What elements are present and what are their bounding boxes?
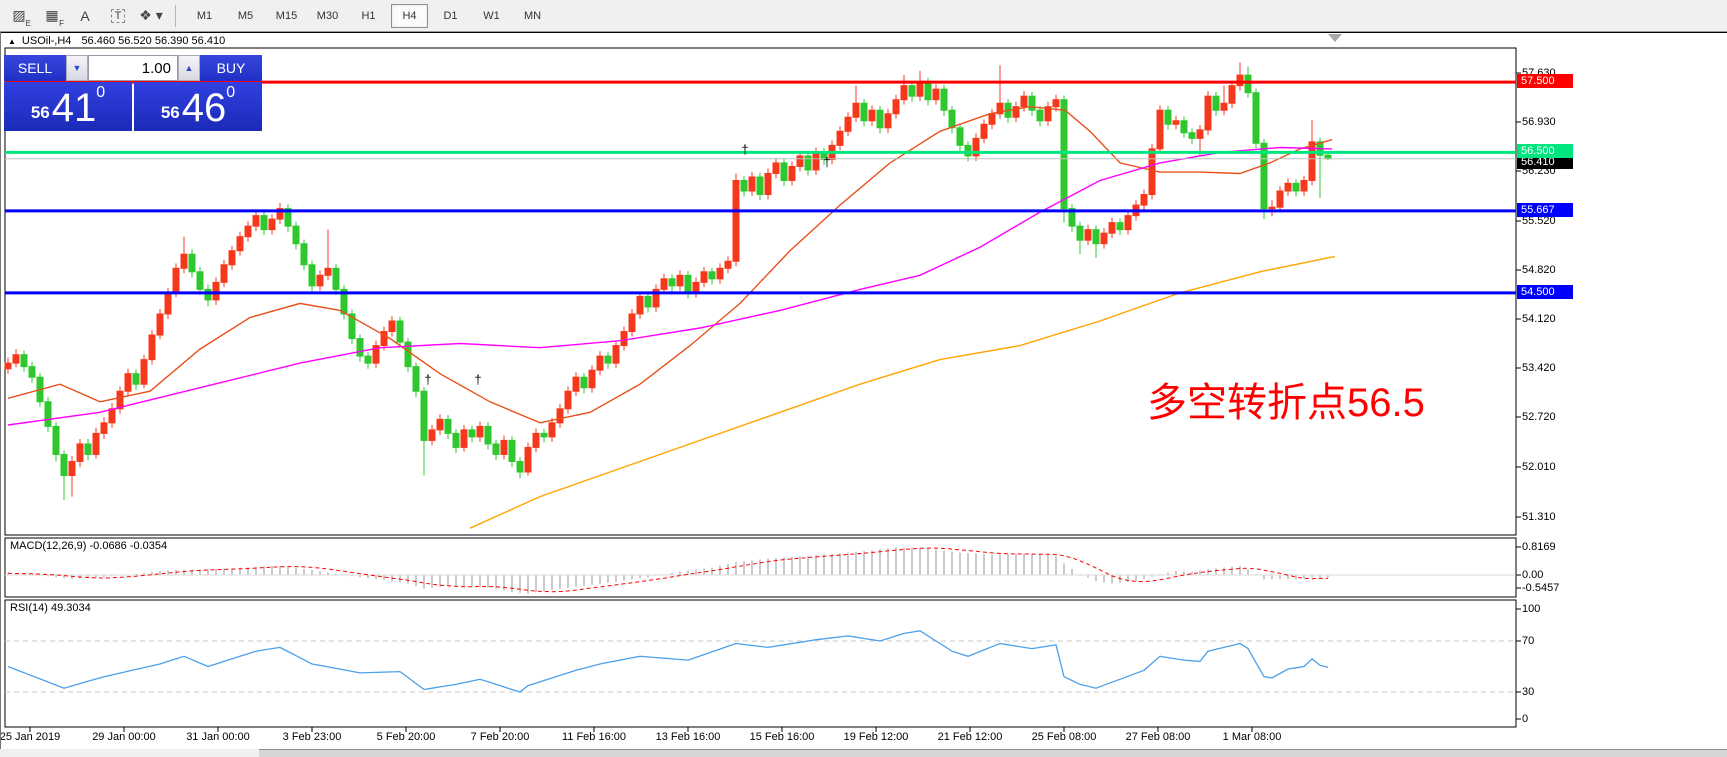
buy-price-pip: 0 [226, 86, 235, 100]
axis-tick-label: 54.120 [1522, 313, 1556, 325]
window-left-border [0, 32, 1, 749]
axis-tick-label: 100 [1522, 603, 1540, 615]
time-tick-label: 25 Jan 2019 [0, 731, 60, 743]
sell-price-pip: 0 [96, 86, 105, 100]
volume-increase-button[interactable]: ▲ [178, 55, 200, 81]
price-badge-54.500: 54.500 [1517, 285, 1573, 299]
sell-price-prefix: 56 [31, 98, 50, 128]
volume-input[interactable]: 1.00 [88, 55, 178, 81]
axis-tick-label: 53.420 [1522, 362, 1556, 374]
time-tick-label: 1 Mar 08:00 [1223, 731, 1282, 743]
dagger-mark: † [474, 372, 481, 387]
time-tick-label: 27 Feb 08:00 [1126, 731, 1191, 743]
time-tick-label: 11 Feb 16:00 [562, 731, 626, 743]
axis-tick-label: 54.820 [1522, 264, 1556, 276]
one-click-trading-panel: SELL ▼ 1.00 ▲ BUY 56 41 0 56 46 0 [4, 55, 262, 130]
macd-indicator-label: MACD(12,26,9) -0.0686 -0.0354 [10, 540, 167, 552]
time-tick-label: 21 Feb 12:00 [938, 731, 1003, 743]
dagger-mark: † [741, 142, 748, 157]
chart-shift-marker-icon[interactable] [1328, 34, 1342, 42]
price-badge-56.500: 56.500 [1517, 144, 1573, 158]
rsi-indicator-label: RSI(14) 49.3034 [10, 602, 91, 614]
sell-button[interactable]: SELL [4, 55, 66, 81]
window-bottom-strip-left [0, 749, 259, 757]
dagger-mark: † [424, 372, 431, 387]
time-tick-label: 13 Feb 16:00 [656, 731, 721, 743]
mt4-chart-window: ▨E▦FAT❖ ▾M1M5M15M30H1H4D1W1MN ▲ USOil-,H… [0, 0, 1727, 757]
chart-annotation-text: 多空转折点56.5 [1147, 370, 1425, 428]
time-tick-label: 15 Feb 16:00 [750, 731, 815, 743]
sell-price-main: 41 [52, 88, 97, 128]
axis-tick-label: 56.930 [1522, 116, 1556, 128]
axis-tick-label: 0.8169 [1522, 541, 1556, 553]
window-bottom-strip [0, 749, 1727, 757]
price-badge-57.500: 57.500 [1517, 74, 1573, 88]
axis-tick-label: 52.010 [1522, 461, 1556, 473]
axis-tick-label: 30 [1522, 686, 1534, 698]
axis-tick-label: 0.00 [1522, 569, 1543, 581]
time-tick-label: 31 Jan 00:00 [186, 731, 250, 743]
axis-tick-label: 70 [1522, 635, 1534, 647]
time-tick-label: 19 Feb 12:00 [844, 731, 909, 743]
price-badge-55.667: 55.667 [1517, 203, 1573, 217]
buy-price-main: 46 [182, 88, 227, 128]
axis-tick-label: 0 [1522, 713, 1528, 725]
time-tick-label: 29 Jan 00:00 [92, 731, 156, 743]
time-tick-label: 3 Feb 23:00 [283, 731, 342, 743]
volume-decrease-button[interactable]: ▼ [66, 55, 88, 81]
time-tick-label: 5 Feb 20:00 [377, 731, 436, 743]
sell-price-display[interactable]: 56 41 0 [4, 82, 132, 131]
buy-price-prefix: 56 [161, 98, 180, 128]
axis-tick-label: 51.310 [1522, 511, 1556, 523]
dagger-mark: † [823, 154, 830, 169]
buy-price-display[interactable]: 56 46 0 [134, 82, 262, 131]
axis-tick-label: 52.720 [1522, 411, 1556, 423]
time-tick-label: 7 Feb 20:00 [471, 731, 530, 743]
buy-button[interactable]: BUY [200, 55, 262, 81]
axis-tick-label: -0.5457 [1522, 582, 1559, 594]
rsi-panel-frame [5, 600, 1516, 727]
time-tick-label: 25 Feb 08:00 [1032, 731, 1097, 743]
